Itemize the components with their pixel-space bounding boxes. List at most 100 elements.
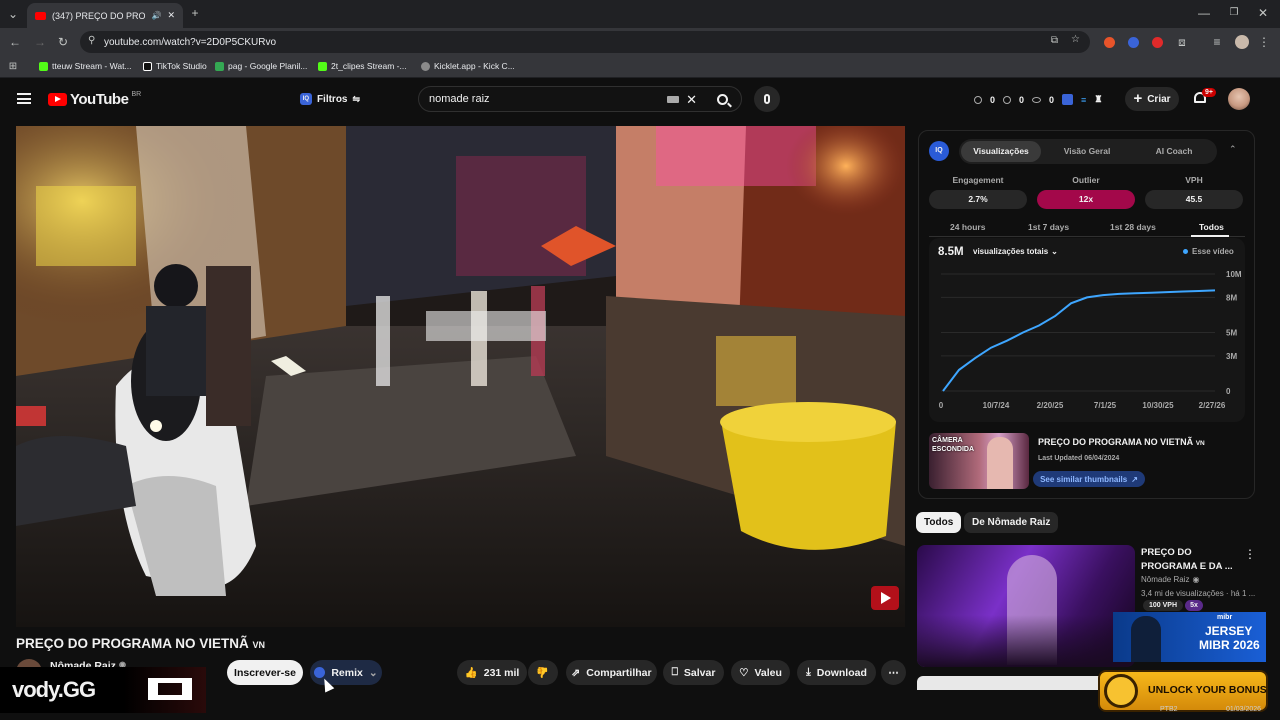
thumbs-down-icon: 👍: [536, 666, 550, 678]
vody-overlay: vody.GG: [0, 667, 206, 713]
youtube-favicon-icon: [35, 11, 46, 20]
tab-visualizacoes[interactable]: Visualizações: [961, 141, 1041, 162]
recommendation-thumbnail[interactable]: [917, 545, 1135, 667]
iq-icon: IQ: [299, 93, 312, 105]
close-window-icon[interactable]: ✕: [1257, 7, 1269, 19]
similar-thumbnail[interactable]: CÂMERA ESCONDIDA: [929, 433, 1029, 489]
tab-close-icon[interactable]: ✕: [167, 10, 175, 21]
bookmark-item[interactable]: TikTok Studio: [143, 61, 207, 71]
see-similar-button[interactable]: See similar thumbnails ↗: [1033, 471, 1145, 487]
extension-iq-icon[interactable]: [1128, 37, 1139, 48]
notification-badge: 9+: [1202, 88, 1216, 97]
vody-mark-icon: [148, 678, 192, 700]
iq-logo-icon: IQ: [929, 141, 949, 161]
video-frame: [16, 126, 905, 627]
reload-icon[interactable]: ↻: [56, 36, 70, 48]
restore-icon[interactable]: ❐: [1228, 7, 1240, 19]
like-button[interactable]: 👍 231 mil: [457, 660, 527, 685]
y-tick-label: 8M: [1226, 293, 1237, 302]
forward-icon[interactable]: →: [33, 36, 47, 48]
x-tick-label: 10/7/24: [983, 401, 1010, 410]
keyboard-icon[interactable]: [667, 96, 679, 103]
collapse-chevron-icon[interactable]: ⌃: [1229, 144, 1237, 155]
voice-search-button[interactable]: [754, 86, 780, 112]
stat-label-engagement: Engagement: [952, 175, 1004, 185]
x-tick-label: 2/27/26: [1199, 401, 1226, 410]
url-field[interactable]: ⚲ youtube.com/watch?v=2D0P5CKURvo ⧉ ☆: [80, 31, 1090, 53]
download-icon: ⤓: [806, 666, 811, 678]
bookmark-item[interactable]: tteuw Stream - Wat...: [39, 61, 132, 71]
profile-avatar[interactable]: [1235, 35, 1249, 49]
speaker-icon[interactable]: 🔊: [151, 11, 161, 20]
recommendation-menu-icon[interactable]: ⋮: [1244, 547, 1256, 561]
bookmark-item[interactable]: 2t_clipes Stream -...: [318, 61, 407, 71]
sliders-icon: ⇋: [352, 93, 361, 104]
extension-icon[interactable]: [1104, 37, 1115, 48]
dislike-button[interactable]: 👍: [528, 660, 558, 685]
recommendation-channel[interactable]: Nômade Raiz ◉: [1141, 575, 1199, 584]
apps-grid-icon[interactable]: ⊞: [7, 61, 19, 73]
jersey-player: [1131, 616, 1161, 662]
browser-tab-bar: ⌄ (347) PREÇO DO PROGRAMA 🔊 ✕ + — ❐ ✕: [0, 0, 1280, 28]
extension-record-icon[interactable]: [1152, 37, 1163, 48]
y-tick-label: 5M: [1226, 329, 1237, 338]
chip-de-nomade-raiz[interactable]: De Nômade Raiz: [964, 512, 1059, 533]
bookmark-star-icon[interactable]: ☆: [1071, 34, 1080, 45]
youtube-play-icon: [48, 93, 67, 106]
account-avatar[interactable]: [1228, 88, 1250, 110]
thumbnail-caption: CÂMERA ESCONDIDA: [932, 437, 975, 453]
download-button[interactable]: ⤓ Download: [797, 660, 876, 685]
back-icon[interactable]: ←: [8, 36, 22, 48]
period-24h[interactable]: 24 hours: [950, 222, 985, 232]
menu-icon[interactable]: [17, 93, 31, 104]
tiktok-icon: [143, 61, 152, 71]
create-button[interactable]: + Criar: [1125, 87, 1179, 111]
minimize-icon[interactable]: —: [1198, 7, 1210, 19]
microphone-icon: [764, 94, 770, 104]
browser-menu-icon[interactable]: ⋮: [1258, 36, 1270, 48]
verified-icon: ◉: [1192, 575, 1200, 584]
extensions-puzzle-icon[interactable]: ⧈: [1175, 36, 1189, 48]
bookmark-item[interactable]: Kicklet.app - Kick C...: [421, 61, 515, 71]
x-tick-label: 7/1/25: [1094, 401, 1117, 410]
recommendation-title[interactable]: PREÇO DO PROGRAMA E DA ...: [1141, 546, 1237, 574]
share-button[interactable]: ⇗ Compartilhar: [566, 660, 657, 685]
stat-value-vph: 45.5: [1145, 190, 1243, 209]
stat-value-engagement: 2.7%: [929, 190, 1027, 209]
save-button[interactable]: ⎕ Salvar: [663, 660, 724, 685]
tab-search-icon[interactable]: ⌄: [7, 8, 19, 20]
extension-counters: 0 0 0 ≡ ♜: [974, 94, 1102, 105]
filters-button[interactable]: IQ Filtros ⇋: [296, 87, 364, 111]
subscribe-button[interactable]: Inscrever-se: [227, 660, 303, 685]
period-28-days[interactable]: 1st 28 days: [1110, 222, 1156, 232]
views-line-chart: 10M 8M 5M 3M 0 0 10/7/24 2/20/25 7/1/25 10/30/25 2…: [939, 270, 1242, 410]
notifications-button[interactable]: 9+: [1192, 88, 1216, 109]
y-tick-label: 10M: [1226, 270, 1242, 279]
y-tick-label: 0: [1226, 387, 1231, 396]
bookmark-item[interactable]: pag - Google Planil...: [215, 61, 307, 71]
tab-visao-geral[interactable]: Visão Geral: [1047, 141, 1127, 162]
youtube-logo[interactable]: YouTube BR: [48, 91, 141, 108]
period-todos[interactable]: Todos: [1199, 222, 1224, 232]
search-input[interactable]: nomade raiz ✕: [418, 86, 742, 112]
search-button[interactable]: [703, 87, 741, 111]
tab-ai-coach[interactable]: AI Coach: [1134, 141, 1214, 162]
iq-icon[interactable]: [1062, 94, 1074, 105]
new-tab-icon[interactable]: +: [189, 7, 201, 19]
browser-tab[interactable]: (347) PREÇO DO PROGRAMA 🔊 ✕: [27, 3, 183, 28]
site-info-icon[interactable]: ⚲: [88, 35, 95, 46]
chip-todos[interactable]: Todos: [916, 512, 962, 533]
more-actions-button[interactable]: ⋯: [881, 660, 906, 685]
heart-dollar-icon: ♡: [739, 666, 749, 679]
search-icon: [716, 93, 732, 107]
reading-list-icon[interactable]: ≡: [1210, 36, 1224, 48]
video-player[interactable]: [16, 126, 905, 627]
list-icon[interactable]: ≡: [1081, 95, 1086, 105]
install-icon[interactable]: ⧉: [1051, 35, 1058, 46]
clock-icon: [1003, 95, 1012, 104]
thanks-button[interactable]: ♡ Valeu: [731, 660, 790, 685]
clear-search-icon[interactable]: ✕: [686, 92, 697, 108]
trophy-icon[interactable]: ♜: [1094, 94, 1102, 105]
period-7-days[interactable]: 1st 7 days: [1028, 222, 1069, 232]
bookmark-icon: ⎕: [671, 666, 678, 678]
